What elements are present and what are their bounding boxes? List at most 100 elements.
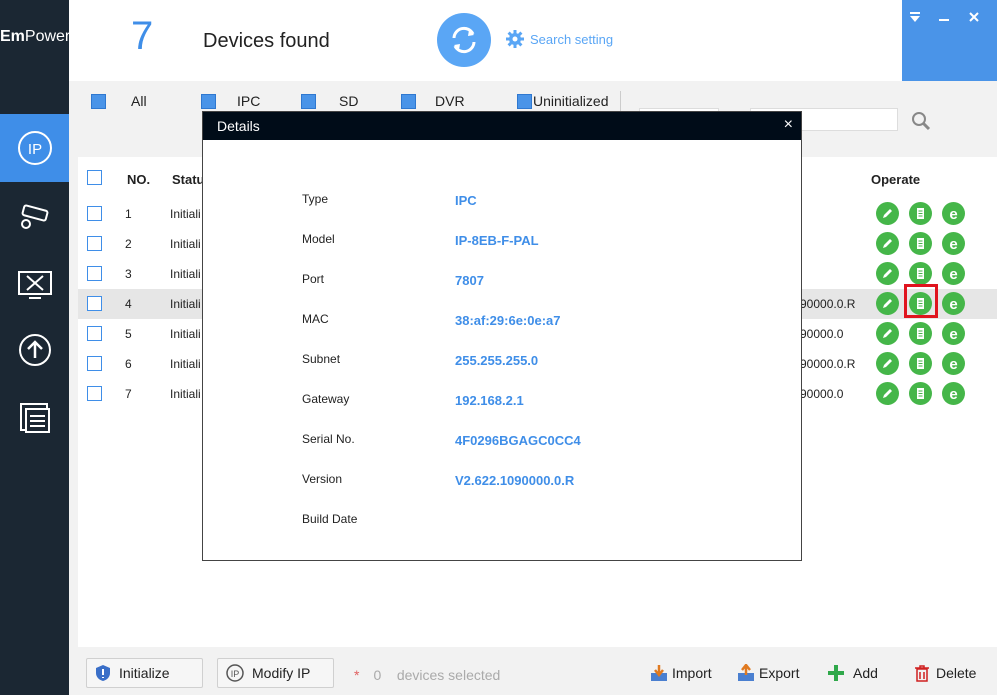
filter-uninitialized-checkbox[interactable] — [517, 93, 532, 109]
edit-icon — [883, 269, 892, 278]
select-all-checkbox[interactable] — [87, 170, 102, 185]
detail-label: Gateway — [302, 392, 350, 406]
svg-text:e: e — [949, 266, 957, 281]
filter-all[interactable]: All — [91, 93, 147, 109]
details-button[interactable] — [909, 352, 932, 375]
detail-label: Port — [302, 272, 325, 286]
row-checkbox[interactable] — [87, 236, 102, 251]
refresh-button[interactable] — [437, 13, 491, 67]
filter-dvr-label: DVR — [435, 93, 465, 109]
details-button[interactable] — [909, 322, 932, 345]
initialize-button[interactable]: Initialize — [86, 658, 203, 688]
edit-icon — [883, 239, 892, 248]
filter-ipc-label: IPC — [237, 93, 261, 109]
add-button[interactable]: Add — [827, 664, 878, 682]
row-version: 90000.0 — [800, 327, 844, 341]
details-icon — [917, 358, 924, 369]
web-button[interactable]: e — [942, 262, 965, 285]
web-button[interactable]: e — [942, 232, 965, 255]
web-button[interactable]: e — [942, 322, 965, 345]
details-icon — [917, 388, 924, 399]
selection-info: * 0 devices selected — [354, 667, 500, 683]
minimize-button[interactable] — [934, 8, 954, 26]
footer: Initialize IP Modify IP * 0 devices selec… — [69, 648, 997, 695]
details-button[interactable] — [909, 202, 932, 225]
plus-icon — [828, 665, 844, 681]
detail-value: 192.168.2.1 — [455, 393, 524, 408]
web-button[interactable]: e — [942, 292, 965, 315]
row-status: Initiali — [170, 387, 201, 401]
filter-dvr-checkbox[interactable] — [401, 93, 416, 109]
modify-ip-button[interactable]: IP Modify IP — [217, 658, 334, 688]
row-no: 6 — [125, 357, 132, 371]
tools-icon — [17, 271, 52, 299]
filter-dvr[interactable]: DVR — [401, 93, 465, 109]
details-button[interactable] — [909, 262, 932, 285]
browser-icon: e — [949, 296, 957, 311]
selected-label: devices selected — [396, 667, 501, 683]
filter-ipc[interactable]: IPC — [201, 93, 260, 109]
details-button[interactable] — [909, 382, 932, 405]
edit-button[interactable] — [876, 232, 899, 255]
detail-value: 4F0296BGAGC0CC4 — [455, 433, 581, 448]
close-icon — [969, 12, 979, 22]
sidebar-upgrade[interactable] — [0, 316, 69, 384]
edit-icon — [883, 359, 892, 368]
web-button[interactable]: e — [942, 352, 965, 375]
ip-icon: IP — [17, 131, 52, 165]
browser-icon: e — [949, 236, 957, 251]
edit-icon — [883, 329, 892, 338]
row-checkbox[interactable] — [87, 386, 102, 401]
web-button[interactable]: e — [942, 382, 965, 405]
row-checkbox[interactable] — [87, 296, 102, 311]
row-checkbox[interactable] — [87, 206, 102, 221]
import-button[interactable]: Import — [650, 664, 712, 682]
detail-label: MAC — [302, 312, 329, 326]
edit-button[interactable] — [876, 262, 899, 285]
edit-button[interactable] — [876, 322, 899, 345]
upgrade-icon — [18, 334, 51, 366]
filter-uninitialized[interactable]: Uninitialized — [517, 93, 608, 109]
row-checkbox[interactable] — [87, 356, 102, 371]
web-button[interactable]: e — [942, 202, 965, 225]
sidebar-documents[interactable] — [0, 384, 69, 452]
selected-count: 0 — [373, 667, 382, 683]
browser-icon: e — [949, 206, 957, 221]
sidebar-system-settings[interactable] — [0, 250, 69, 318]
dropdown-icon — [910, 12, 920, 22]
edit-button[interactable] — [876, 382, 899, 405]
filter-all-checkbox[interactable] — [91, 93, 106, 109]
search-setting-link[interactable]: Search setting — [506, 30, 613, 48]
row-no: 4 — [125, 297, 132, 311]
svg-text:e: e — [949, 326, 957, 341]
delete-button[interactable]: Delete — [914, 664, 976, 682]
row-operations: e — [876, 322, 975, 345]
dialog-titlebar: Details × — [203, 112, 801, 140]
edit-button[interactable] — [876, 292, 899, 315]
row-checkbox[interactable] — [87, 266, 102, 281]
edit-button[interactable] — [876, 202, 899, 225]
export-button[interactable]: Export — [737, 664, 799, 682]
dialog-close-button[interactable]: × — [784, 116, 793, 134]
detail-value: 38:af:29:6e:0e:a7 — [455, 313, 561, 328]
trash-icon — [915, 665, 929, 682]
export-icon — [738, 664, 754, 681]
sidebar-device-config[interactable] — [0, 182, 69, 250]
row-status: Initiali — [170, 327, 201, 341]
svg-text:IP: IP — [231, 669, 240, 679]
filter-sd[interactable]: SD — [301, 93, 358, 109]
sidebar-ip-tool[interactable]: IP — [0, 114, 69, 182]
row-status: Initiali — [170, 357, 201, 371]
details-button[interactable] — [909, 232, 932, 255]
close-button[interactable] — [964, 8, 984, 26]
edit-button[interactable] — [876, 352, 899, 375]
row-checkbox[interactable] — [87, 326, 102, 341]
browser-icon: e — [949, 356, 957, 371]
menu-button[interactable] — [905, 8, 925, 26]
filter-ipc-checkbox[interactable] — [201, 93, 216, 109]
delete-label: Delete — [936, 665, 977, 681]
header-no: NO. — [127, 172, 151, 187]
search-button[interactable] — [911, 111, 931, 134]
header: 7 Devices found Search setting — [69, 0, 997, 81]
filter-sd-checkbox[interactable] — [301, 93, 316, 109]
